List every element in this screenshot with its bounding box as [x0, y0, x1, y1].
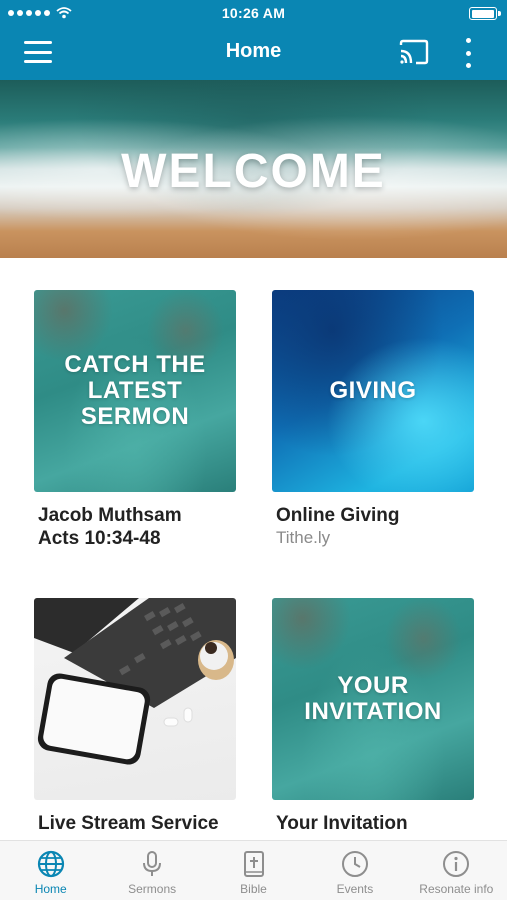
giving-card-overlay: GIVING	[329, 377, 417, 404]
tab-resonate-info[interactable]: Resonate info	[406, 841, 507, 900]
status-bar: 10:26 AM	[0, 0, 507, 26]
tab-home[interactable]: Home	[0, 841, 101, 900]
tab-bible-label: Bible	[240, 882, 267, 896]
giving-card[interactable]: GIVING Online Giving Tithe.ly	[272, 290, 474, 549]
giving-card-title: Online Giving	[276, 505, 400, 526]
page-title: Home	[225, 40, 282, 62]
bible-icon	[243, 851, 264, 877]
tab-sermons-label: Sermons	[128, 882, 177, 896]
tab-events[interactable]: Events	[304, 841, 405, 900]
live-stream-card[interactable]: Live Stream Service	[34, 598, 236, 835]
info-icon	[443, 851, 470, 877]
invitation-card[interactable]: YOUR INVITATION Your Invitation	[272, 598, 474, 835]
tab-bible[interactable]: Bible	[203, 841, 304, 900]
status-time: 10:26 AM	[221, 5, 286, 21]
invitation-card-overlay: YOUR INVITATION	[304, 672, 442, 725]
invitation-card-title: Your Invitation	[276, 813, 408, 834]
sermon-card-title: Jacob Muthsam Acts 10:34-48	[38, 505, 182, 549]
clock-icon	[341, 851, 368, 877]
sermon-card-image: CATCH THE LATEST SERMON	[34, 290, 236, 492]
globe-icon	[37, 850, 64, 878]
live-stream-card-image	[34, 598, 236, 800]
laptop-phone-photo	[34, 598, 236, 765]
microphone-icon	[143, 851, 162, 876]
cast-icon[interactable]	[398, 39, 430, 65]
welcome-text: WELCOME	[121, 145, 386, 198]
tab-resonate-info-label: Resonate info	[419, 882, 494, 896]
invitation-card-image: YOUR INVITATION	[272, 598, 474, 800]
tab-bar: Home Sermons Bible Events Resonate info	[0, 840, 507, 900]
sermon-card[interactable]: CATCH THE LATEST SERMON Jacob Muthsam Ac…	[34, 290, 236, 550]
tab-events-label: Events	[336, 882, 374, 896]
sermon-card-overlay: CATCH THE LATEST SERMON	[64, 351, 206, 430]
tab-home-label: Home	[34, 882, 67, 896]
live-stream-card-title: Live Stream Service	[38, 813, 219, 834]
giving-card-image: GIVING	[272, 290, 474, 492]
welcome-banner[interactable]: WELCOME	[0, 80, 507, 258]
nav-bar: Home	[0, 26, 507, 80]
more-options-icon[interactable]	[458, 38, 478, 68]
battery-icon	[469, 7, 501, 20]
tab-sermons[interactable]: Sermons	[101, 841, 202, 900]
giving-card-subtitle: Tithe.ly	[276, 528, 331, 547]
